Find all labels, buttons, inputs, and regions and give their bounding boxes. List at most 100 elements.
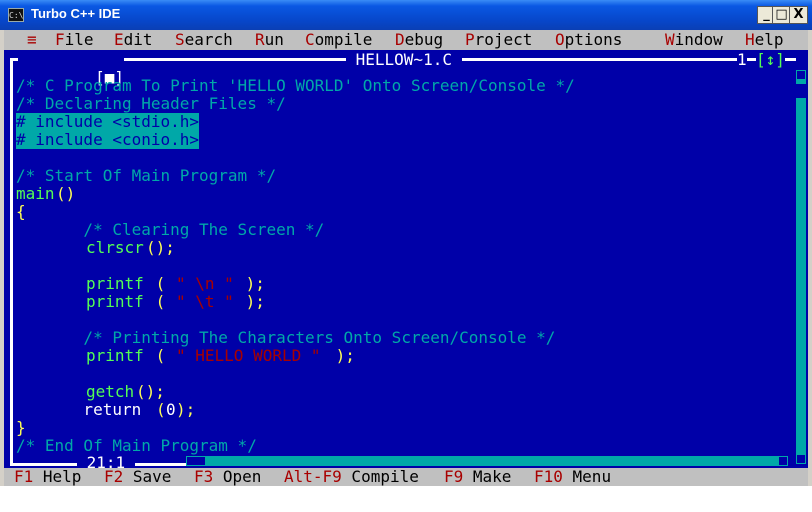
menu-label: earch xyxy=(184,30,233,49)
dos-console: ≡ File Edit Search Run Compile Debug Project Op… xyxy=(4,30,808,486)
menu-hotkey: C xyxy=(305,30,315,49)
code-token: 0 xyxy=(166,400,176,419)
menu-hotkey: F xyxy=(55,30,65,49)
vertical-scrollbar[interactable] xyxy=(796,70,806,464)
scroll-right-arrow-icon[interactable] xyxy=(778,456,788,466)
status-bar: F1 Help F2 Save F3 Open Alt-F9 Compile F9 Ma… xyxy=(4,468,808,486)
app-icon[interactable]: C:\ xyxy=(8,8,24,22)
menu-item-file[interactable]: File xyxy=(55,31,94,49)
code-token: clrscr xyxy=(86,238,144,257)
code-token: } xyxy=(16,418,26,437)
scroll-left-arrow-icon[interactable] xyxy=(186,456,206,466)
code-token: ); xyxy=(176,400,196,419)
editor-filename: HELLOW~1.C xyxy=(346,50,462,69)
code-token: (); xyxy=(136,382,165,401)
status-item-f2[interactable]: F2 Save xyxy=(104,468,171,486)
status-label: Save xyxy=(123,467,172,486)
code-token: ); xyxy=(236,292,265,311)
code-token: (); xyxy=(146,238,175,257)
status-label: Open xyxy=(213,467,262,486)
code-token: # include <stdio.h> xyxy=(16,112,200,131)
status-key: F3 xyxy=(194,467,214,486)
menu-label: roject xyxy=(474,30,533,49)
menu-label: indow xyxy=(674,30,723,49)
menu-item-debug[interactable]: Debug xyxy=(395,31,443,49)
status-key: F9 xyxy=(444,467,464,486)
status-item-f1[interactable]: F1 Help xyxy=(14,468,81,486)
code-token: printf xyxy=(86,274,144,293)
code-token: /* Start Of Main Program */ xyxy=(16,166,277,185)
code-token: () xyxy=(56,184,76,203)
code-token: ( xyxy=(146,274,175,293)
window-number: 1 xyxy=(737,50,747,69)
menu-label: elp xyxy=(754,30,784,49)
menu-item-options[interactable]: Options xyxy=(555,31,622,49)
code-token: /* Declaring Header Files */ xyxy=(16,94,286,113)
menu-hotkey: D xyxy=(395,30,405,49)
scroll-thumb[interactable] xyxy=(796,84,806,98)
code-token: ( xyxy=(146,346,175,365)
frame-left xyxy=(10,58,13,466)
horizontal-scrollbar[interactable] xyxy=(186,456,788,466)
cursor-position: 21:1 xyxy=(77,454,135,468)
menu-label: dit xyxy=(123,30,153,49)
close-button[interactable]: X xyxy=(789,6,808,24)
code-token: /* Printing The Characters Onto Screen/C… xyxy=(16,328,556,347)
menu-label: ompile xyxy=(314,30,373,49)
menu-label: un xyxy=(264,30,284,49)
code-token: return xyxy=(16,400,151,419)
status-item-f3[interactable]: F3 Open xyxy=(194,468,261,486)
menu-item-edit[interactable]: Edit xyxy=(114,31,153,49)
code-token: /* End Of Main Program */ xyxy=(16,436,257,455)
menu-hotkey: P xyxy=(465,30,475,49)
window-title: Turbo C++ IDE xyxy=(31,6,121,21)
status-label: Make xyxy=(463,467,512,486)
menu-label: ile xyxy=(64,30,94,49)
status-label: Help xyxy=(33,467,82,486)
menu-hotkey: R xyxy=(255,30,265,49)
status-key: F2 xyxy=(104,467,124,486)
code-token: # include <conio.h> xyxy=(16,130,200,149)
status-key: F10 xyxy=(534,467,563,486)
menu-hotkey: O xyxy=(555,30,565,49)
scroll-up-arrow-icon[interactable] xyxy=(796,70,806,80)
code-token: main xyxy=(16,184,55,203)
menu-label: ptions xyxy=(564,30,623,49)
code-token: " \t " xyxy=(176,292,234,311)
code-token: printf xyxy=(86,292,144,311)
menu-item-compile[interactable]: Compile xyxy=(305,31,372,49)
menu-item-window[interactable]: Window xyxy=(665,31,723,49)
status-label: Compile xyxy=(341,467,419,486)
menu-hotkey: E xyxy=(114,30,124,49)
ide-window: C:\ Turbo C++ IDE _ □ X ≡ File Edit Search… xyxy=(0,0,812,486)
zoom-box[interactable]: [↕] xyxy=(756,51,785,69)
editor-window[interactable]: [■] HELLOW~1.C 1 [↕] /* C Program To Pri… xyxy=(4,50,808,468)
menu-hotkey: W xyxy=(665,30,675,49)
title-bar[interactable]: C:\ Turbo C++ IDE _ □ X xyxy=(0,0,812,30)
code-token: printf xyxy=(86,346,144,365)
code-token: ); xyxy=(236,274,265,293)
menu-item-run[interactable]: Run xyxy=(255,31,284,49)
status-item-f10[interactable]: F10 Menu xyxy=(534,468,611,486)
menu-hotkey: H xyxy=(745,30,755,49)
menu-item-project[interactable]: Project xyxy=(465,31,532,49)
code-token: ( xyxy=(146,292,175,311)
menu-item-help[interactable]: Help xyxy=(745,31,784,49)
code-token: ( xyxy=(156,400,166,419)
status-key: F1 xyxy=(14,467,34,486)
menu-label: ebug xyxy=(404,30,444,49)
code-token: { xyxy=(16,202,26,221)
code-token: " \n " xyxy=(176,274,234,293)
scroll-down-arrow-icon[interactable] xyxy=(796,454,806,464)
menu-item-search[interactable]: Search xyxy=(175,31,233,49)
code-token: /* Clearing The Screen */ xyxy=(16,220,325,239)
system-menu-icon[interactable]: ≡ xyxy=(27,31,37,49)
status-item-alt-f9[interactable]: Alt-F9 Compile xyxy=(284,468,419,486)
status-item-f9[interactable]: F9 Make xyxy=(444,468,511,486)
status-label: Menu xyxy=(562,467,612,486)
code-token: ); xyxy=(326,346,355,365)
